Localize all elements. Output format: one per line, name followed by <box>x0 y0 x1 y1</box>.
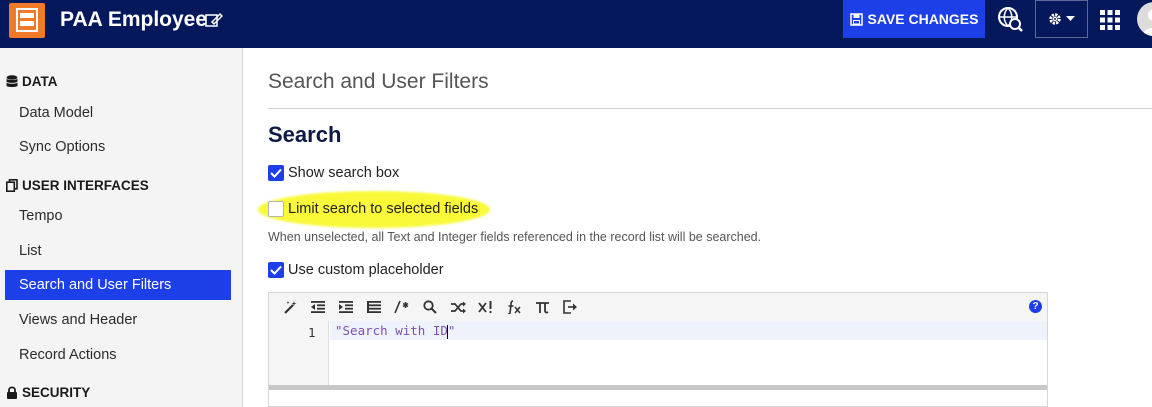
sidebar-item-data-model[interactable]: Data Model <box>5 98 231 128</box>
sidebar-item-tempo[interactable]: Tempo <box>5 201 231 231</box>
custom-placeholder-option[interactable]: Use custom placeholder <box>268 262 444 278</box>
line-number-gutter <box>269 321 329 385</box>
sidebar-section-security: SECURITY <box>6 385 90 400</box>
line-number: 1 <box>308 325 316 340</box>
limit-search-option[interactable]: Limit search to selected fields <box>268 201 478 217</box>
user-avatar[interactable] <box>1137 2 1152 36</box>
settings-menu-button[interactable] <box>1035 0 1088 38</box>
function-icon[interactable] <box>505 298 523 316</box>
checkmark-icon <box>270 265 282 275</box>
divider <box>268 108 1152 109</box>
sidebar-item-record-actions[interactable]: Record Actions <box>5 340 231 370</box>
limit-search-label: Limit search to selected fields <box>288 201 479 217</box>
caret-down-icon <box>1066 16 1075 21</box>
globe-search-icon[interactable] <box>995 4 1025 34</box>
code-after-cursor: " <box>447 323 456 338</box>
database-icon <box>6 75 18 88</box>
search-icon[interactable] <box>421 298 439 316</box>
app-icon <box>9 3 45 38</box>
sidebar-item-views-and-header[interactable]: Views and Header <box>5 305 231 335</box>
help-icon[interactable]: ? <box>1029 300 1042 313</box>
sidebar-section-label: USER INTERFACES <box>22 178 149 193</box>
edit-icon[interactable] <box>205 12 224 33</box>
limit-search-help-text: When unselected, all Text and Integer fi… <box>268 230 762 244</box>
expression-error-icon[interactable] <box>477 298 495 316</box>
sidebar: DATA Data Model Sync Options USER INTERF… <box>0 48 243 407</box>
magic-wand-icon[interactable] <box>281 298 299 316</box>
export-icon[interactable] <box>561 298 579 316</box>
limit-search-checkbox[interactable] <box>268 201 284 217</box>
expression-editor[interactable]: ? 1 "Search with ID" <box>268 292 1048 407</box>
show-search-box-option[interactable]: Show search box <box>268 165 399 181</box>
gear-icon <box>1049 13 1061 25</box>
checkmark-icon <box>270 168 282 178</box>
section-title: Search <box>268 122 342 147</box>
code-before-cursor: "Search with ID <box>335 323 448 338</box>
editor-toolbar: ? <box>269 293 1047 321</box>
copy-icon <box>6 179 18 192</box>
sidebar-section-data: DATA <box>6 74 58 89</box>
custom-placeholder-label: Use custom placeholder <box>288 262 444 278</box>
save-changes-button[interactable]: SAVE CHANGES <box>843 0 985 38</box>
save-icon <box>849 12 863 26</box>
sidebar-item-search-and-user-filters[interactable]: Search and User Filters <box>5 270 231 300</box>
editor-scrollbar[interactable] <box>269 385 1047 390</box>
show-search-box-checkbox[interactable] <box>268 165 284 181</box>
app-title: PAA Employee <box>60 8 208 31</box>
lock-icon <box>7 386 17 399</box>
sidebar-item-sync-options[interactable]: Sync Options <box>5 132 231 162</box>
pi-icon[interactable] <box>533 298 551 316</box>
app-grid-icon[interactable] <box>1099 9 1121 31</box>
custom-placeholder-checkbox[interactable] <box>268 262 284 278</box>
indent-icon[interactable] <box>337 298 355 316</box>
sidebar-section-user-interfaces: USER INTERFACES <box>6 178 149 193</box>
comment-icon[interactable] <box>393 298 411 316</box>
save-label: SAVE CHANGES <box>867 11 979 27</box>
sidebar-item-list[interactable]: List <box>5 236 231 266</box>
code-text[interactable]: "Search with ID" <box>335 323 455 339</box>
format-lines-icon[interactable] <box>365 298 383 316</box>
top-bar: PAA Employee SAVE CHANGES <box>0 0 1152 48</box>
show-search-box-label: Show search box <box>288 165 400 181</box>
shuffle-icon[interactable] <box>449 298 467 316</box>
page-title: Search and User Filters <box>268 70 489 93</box>
outdent-icon[interactable] <box>309 298 327 316</box>
sidebar-section-label: DATA <box>22 74 58 89</box>
sidebar-section-label: SECURITY <box>22 385 91 400</box>
